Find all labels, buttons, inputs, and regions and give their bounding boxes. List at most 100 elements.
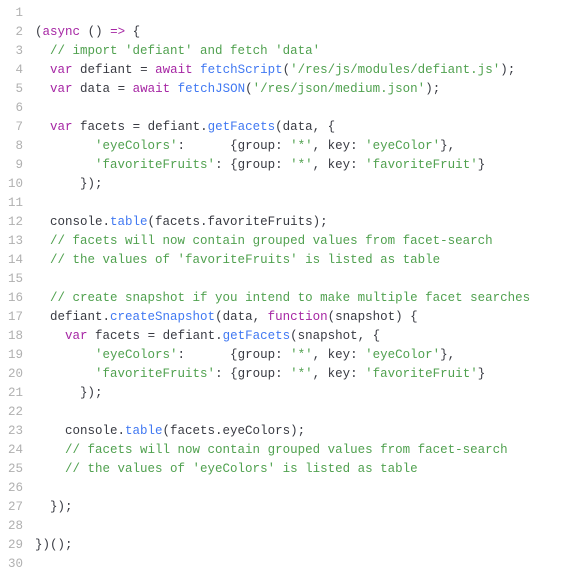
token-punct: ( (35, 25, 43, 39)
token-plain: defiant. (140, 120, 208, 134)
token-string: 'eyeColor' (365, 348, 440, 362)
token-string: '/res/js/modules/defiant.js' (290, 63, 500, 77)
token-plain (35, 443, 65, 457)
token-plain (35, 63, 50, 77)
token-punct: ); (500, 63, 515, 77)
token-func: fetchJSON (178, 82, 246, 96)
code-line: defiant.createSnapshot(data, function(sn… (35, 308, 581, 327)
token-punct: (facets.eyeColors); (163, 424, 306, 438)
token-punct: } (478, 158, 486, 172)
token-string: 'favoriteFruits' (95, 367, 215, 381)
token-keyword: var (50, 63, 73, 77)
code-line: }); (35, 175, 581, 194)
token-punct: (data, { (275, 120, 335, 134)
token-keyword: => (110, 25, 125, 39)
token-punct: , (313, 158, 328, 172)
code-editor: 1234567891011121314151617181920212223242… (0, 4, 581, 574)
token-plain (35, 120, 50, 134)
code-line: var facets = defiant.getFacets(snapshot,… (35, 327, 581, 346)
token-punct: : { (215, 158, 238, 172)
token-string: 'eyeColor' (365, 139, 440, 153)
token-plain (35, 139, 95, 153)
code-content: (async () => { // import 'defiant' and f… (35, 4, 581, 574)
token-string: '*' (290, 158, 313, 172)
token-plain (193, 63, 201, 77)
token-punct: () (88, 25, 103, 39)
token-plain: defiant. (35, 310, 110, 324)
line-number-gutter: 1234567891011121314151617181920212223242… (0, 4, 35, 574)
code-line: (async () => { (35, 23, 581, 42)
token-func: createSnapshot (110, 310, 215, 324)
code-line: // create snapshot if you intend to make… (35, 289, 581, 308)
token-prop: key (328, 348, 351, 362)
token-func: table (110, 215, 148, 229)
token-punct: }); (35, 177, 103, 191)
line-number: 10 (8, 175, 23, 194)
token-punct: = (133, 120, 141, 134)
token-keyword: await (133, 82, 171, 96)
line-number: 3 (8, 42, 23, 61)
token-func: getFacets (223, 329, 291, 343)
token-comment: // the values of 'favoriteFruits' is lis… (50, 253, 440, 267)
code-line: var data = await fetchJSON('/res/json/me… (35, 80, 581, 99)
line-number: 5 (8, 80, 23, 99)
token-punct: } (478, 367, 486, 381)
token-plain (125, 82, 133, 96)
token-string: '*' (290, 348, 313, 362)
token-punct: : { (178, 139, 238, 153)
token-plain: defiant (73, 63, 141, 77)
token-string: 'eyeColors' (95, 348, 178, 362)
token-punct: : (350, 367, 365, 381)
token-punct: ( (328, 310, 336, 324)
token-keyword: function (268, 310, 328, 324)
token-prop: group (238, 139, 276, 153)
token-plain: snapshot (335, 310, 395, 324)
token-punct: (snapshot, { (290, 329, 380, 343)
token-plain (80, 25, 88, 39)
token-plain (170, 82, 178, 96)
code-line (35, 99, 581, 118)
code-line: 'eyeColors': {group: '*', key: 'eyeColor… (35, 346, 581, 365)
token-prop: key (328, 139, 351, 153)
token-plain (35, 44, 50, 58)
token-plain: data (73, 82, 118, 96)
code-line (35, 517, 581, 536)
token-punct: : (275, 348, 290, 362)
token-punct: : (275, 158, 290, 172)
line-number: 12 (8, 213, 23, 232)
line-number: 28 (8, 517, 23, 536)
code-line (35, 555, 581, 574)
code-line (35, 479, 581, 498)
code-line: // facets will now contain grouped value… (35, 232, 581, 251)
line-number: 18 (8, 327, 23, 346)
token-punct: = (148, 329, 156, 343)
token-punct: ( (245, 82, 253, 96)
code-line: })(); (35, 536, 581, 555)
line-number: 20 (8, 365, 23, 384)
line-number: 25 (8, 460, 23, 479)
token-comment: // facets will now contain grouped value… (65, 443, 508, 457)
line-number: 21 (8, 384, 23, 403)
code-line (35, 270, 581, 289)
line-number: 14 (8, 251, 23, 270)
code-line (35, 4, 581, 23)
token-func: table (125, 424, 163, 438)
line-number: 27 (8, 498, 23, 517)
token-plain (35, 462, 65, 476)
line-number: 22 (8, 403, 23, 422)
token-punct: }); (35, 386, 103, 400)
token-string: '/res/json/medium.json' (253, 82, 426, 96)
token-punct: : { (215, 367, 238, 381)
token-string: '*' (290, 139, 313, 153)
token-string: 'eyeColors' (95, 139, 178, 153)
token-keyword: var (50, 82, 73, 96)
token-plain (35, 253, 50, 267)
token-comment: // the values of 'eyeColors' is listed a… (65, 462, 418, 476)
line-number: 23 (8, 422, 23, 441)
token-punct: (data, (215, 310, 268, 324)
line-number: 1 (8, 4, 23, 23)
token-punct: }, (440, 348, 455, 362)
line-number: 7 (8, 118, 23, 137)
code-line: console.table(facets.favoriteFruits); (35, 213, 581, 232)
line-number: 24 (8, 441, 23, 460)
